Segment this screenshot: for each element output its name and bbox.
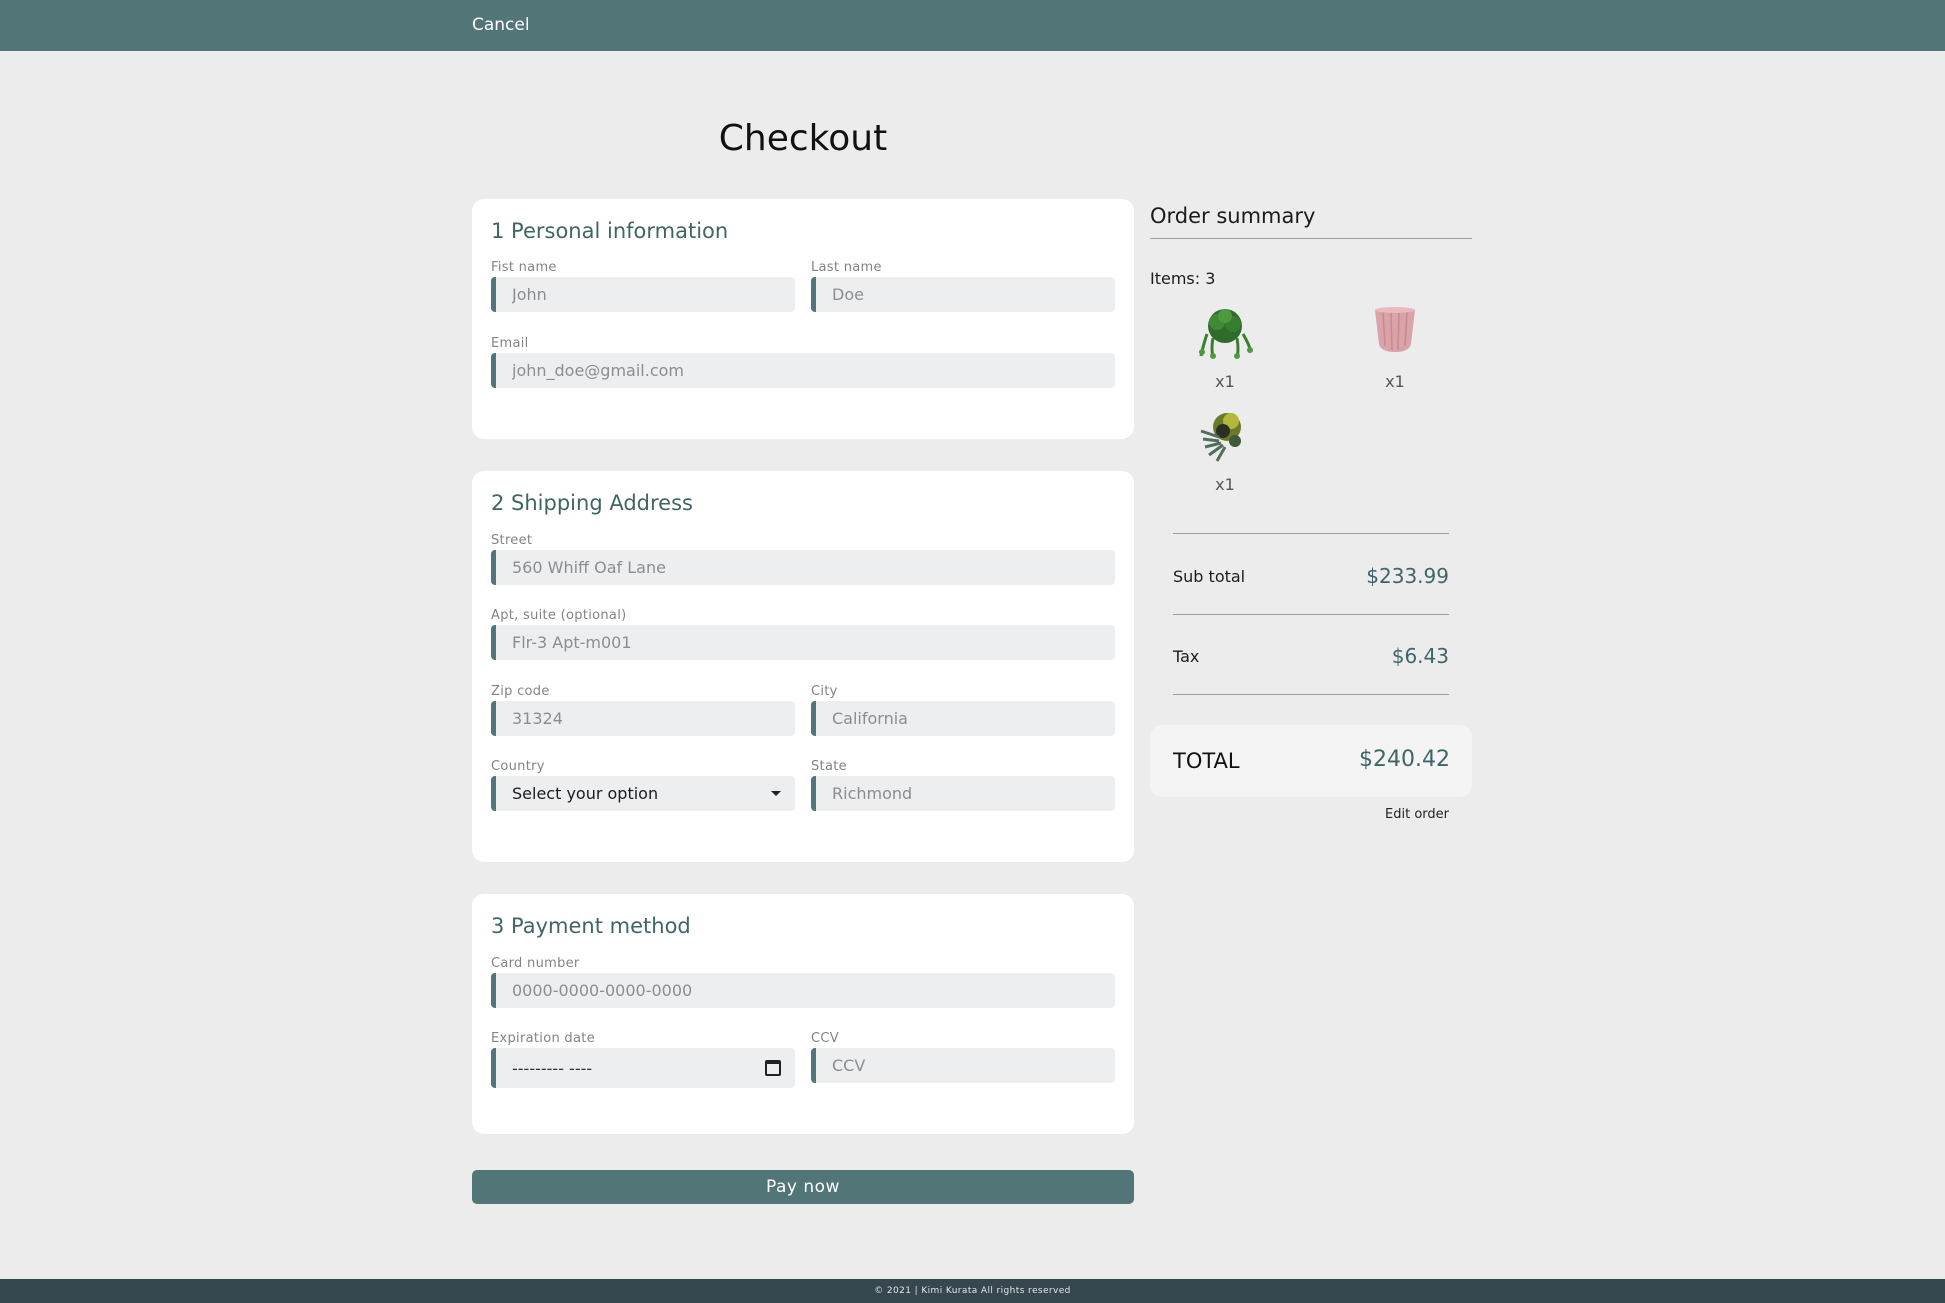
cancel-link[interactable]: Cancel — [472, 15, 530, 35]
items-count: Items: 3 — [1150, 269, 1216, 288]
product-qty: x1 — [1215, 475, 1235, 494]
personal-info-card: 1 Personal information Fist name Last na… — [472, 199, 1134, 439]
product-item: x1 — [1185, 300, 1265, 391]
city-label: City — [811, 684, 838, 699]
tax-label: Tax — [1173, 646, 1200, 666]
expiration-date-label: Expiration date — [491, 1031, 595, 1046]
pink-pot-image — [1375, 307, 1415, 352]
subtotal-row: Sub total $233.99 — [1173, 564, 1449, 588]
street-field: Street — [491, 532, 1115, 585]
card-number-field: Card number — [491, 955, 1115, 1008]
product-qty: x1 — [1215, 372, 1235, 391]
order-summary: Order summary Items: 3 x1 x1 x1 Sub tota… — [1150, 204, 1472, 834]
last-name-field: Last name — [811, 259, 1115, 312]
email-field: Email — [491, 335, 1115, 388]
street-input[interactable] — [491, 550, 1115, 585]
subtotal-label: Sub total — [1173, 566, 1246, 586]
country-select[interactable]: Select your option — [491, 776, 795, 811]
card-number-input[interactable] — [491, 973, 1115, 1008]
email-label: Email — [491, 336, 529, 351]
total-label: TOTAL — [1173, 749, 1240, 773]
last-name-label: Last name — [811, 260, 882, 275]
zip-code-input[interactable] — [491, 701, 795, 736]
apt-label: Apt, suite (optional) — [491, 608, 627, 623]
page-title: Checkout — [718, 118, 888, 159]
edit-order-link[interactable]: Edit order — [1385, 807, 1449, 822]
expiration-date-field: Expiration date --------- ---- — [491, 1030, 795, 1088]
personal-info-title: 1 Personal information — [491, 219, 729, 243]
apt-field: Apt, suite (optional) — [491, 607, 1115, 660]
total-value: $240.42 — [1359, 747, 1450, 772]
street-label: Street — [491, 533, 533, 548]
state-label: State — [811, 759, 847, 774]
first-name-field: Fist name — [491, 259, 795, 312]
zip-code-field: Zip code — [491, 683, 795, 736]
country-field: Country Select your option — [491, 758, 795, 811]
first-name-label: Fist name — [491, 260, 557, 275]
caret-down-icon — [771, 791, 781, 796]
ccv-label: CCV — [811, 1031, 839, 1046]
last-name-input[interactable] — [811, 277, 1115, 312]
product-grid: x1 x1 x1 — [1150, 288, 1472, 498]
shipping-address-card: 2 Shipping Address Street Apt, suite (op… — [472, 471, 1134, 862]
product-item: x1 — [1185, 403, 1265, 494]
order-summary-title: Order summary — [1150, 204, 1472, 239]
ccv-input[interactable] — [811, 1048, 1115, 1083]
shipping-address-title: 2 Shipping Address — [491, 491, 693, 515]
state-field: State — [811, 758, 1115, 811]
hanging-plant-image — [1199, 309, 1253, 359]
ccv-field: CCV — [811, 1030, 1115, 1083]
city-field: City — [811, 683, 1115, 736]
top-bar: Cancel — [0, 0, 1945, 51]
city-input[interactable] — [811, 701, 1115, 736]
first-name-input[interactable] — [491, 277, 795, 312]
product-qty: x1 — [1385, 372, 1405, 391]
divider — [1173, 614, 1449, 615]
divider — [1173, 694, 1449, 695]
expiration-date-input[interactable]: --------- ---- — [491, 1048, 795, 1088]
succulent-arrangement-image — [1200, 413, 1241, 462]
apt-input[interactable] — [491, 625, 1115, 660]
email-input[interactable] — [491, 353, 1115, 388]
country-label: Country — [491, 759, 545, 774]
calendar-icon[interactable] — [765, 1060, 781, 1076]
zip-code-label: Zip code — [491, 684, 550, 699]
product-item: x1 — [1355, 300, 1435, 391]
subtotal-value: $233.99 — [1366, 564, 1449, 588]
divider — [1173, 533, 1449, 534]
expiration-date-value: --------- ---- — [512, 1058, 593, 1078]
country-selected-value: Select your option — [512, 784, 659, 803]
tax-row: Tax $6.43 — [1173, 644, 1449, 668]
payment-method-card: 3 Payment method Card number Expiration … — [472, 894, 1134, 1134]
footer: © 2021 | Kimi Kurata All rights reserved — [0, 1279, 1945, 1303]
tax-value: $6.43 — [1391, 644, 1449, 668]
pay-now-button[interactable]: Pay now — [472, 1170, 1134, 1204]
payment-method-title: 3 Payment method — [491, 914, 691, 938]
state-input[interactable] — [811, 776, 1115, 811]
card-number-label: Card number — [491, 956, 580, 971]
total-box: TOTAL $240.42 — [1150, 725, 1472, 797]
